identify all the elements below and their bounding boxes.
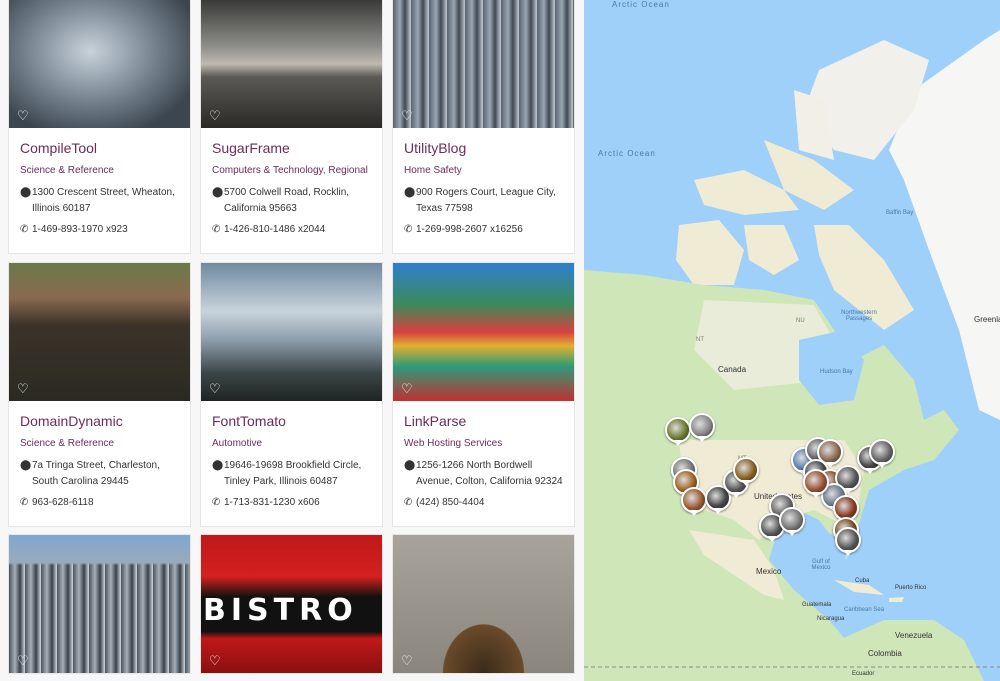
heart-icon[interactable]: ♡	[209, 109, 221, 122]
heart-icon[interactable]: ♡	[209, 654, 221, 667]
listing-grid: ♡ CompileTool Science & Reference ⬤ 1300 …	[0, 0, 584, 681]
listing-phone: 1-469-893-1970 x923	[32, 224, 128, 235]
listing-name[interactable]: SugarFrame	[212, 140, 372, 156]
listing-image[interactable]: ♡	[393, 263, 574, 401]
listing-address: 19646-19698 Brookfield Circle, Tinley Pa…	[224, 460, 362, 487]
listing-card[interactable]: ♡	[8, 534, 191, 674]
listing-name[interactable]: CompileTool	[20, 140, 180, 156]
map-label: Mexico	[756, 567, 782, 576]
phone-icon: ✆	[404, 224, 413, 235]
map-marker-icon: ⬤	[20, 460, 32, 471]
map-label: Nicaragua	[817, 616, 845, 622]
map[interactable]: Arctic Ocean Arctic Ocean Baffin Bay Gre…	[584, 0, 1000, 681]
map-label: Baffin Bay	[886, 210, 914, 216]
map-label: Gulf of Mexico	[811, 559, 831, 571]
listing-image[interactable]: ♡	[9, 263, 190, 401]
listing-image[interactable]: BISTRO ♡	[201, 535, 382, 673]
listing-phone: 963-628-6118	[32, 497, 94, 508]
listing-card[interactable]: ♡ SugarFrame Computers & Technology, Reg…	[200, 0, 383, 254]
phone-icon: ✆	[20, 224, 29, 235]
heart-icon[interactable]: ♡	[17, 654, 29, 667]
map-label: Greenland	[974, 315, 1000, 324]
listing-image[interactable]: ♡	[393, 0, 574, 128]
listing-address: 5700 Colwell Road, Rocklin, California 9…	[224, 187, 350, 214]
map-marker-icon: ⬤	[212, 187, 224, 198]
listing-card[interactable]: ♡ FontTomato Automotive ⬤ 19646-19698 Bro…	[200, 262, 383, 527]
map-marker[interactable]	[665, 417, 691, 446]
map-label: Cuba	[855, 578, 870, 584]
map-marker[interactable]	[779, 507, 805, 536]
map-marker-icon: ⬤	[404, 187, 416, 198]
map-label: Caribbean Sea	[844, 607, 885, 613]
listing-category[interactable]: Web Hosting Services	[404, 438, 564, 449]
bistro-sign: BISTRO	[203, 593, 358, 628]
phone-icon: ✆	[404, 497, 413, 508]
heart-icon[interactable]: ♡	[209, 382, 221, 395]
map-label: Hudson Bay	[820, 369, 853, 375]
map-marker-icon: ⬤	[212, 460, 224, 471]
map-label: Northwestern Passages	[841, 310, 877, 322]
map-marker-icon: ⬤	[20, 187, 32, 198]
listing-name[interactable]: DomainDynamic	[20, 413, 180, 429]
listing-card[interactable]: ♡ CompileTool Science & Reference ⬤ 1300 …	[8, 0, 191, 254]
listing-category[interactable]: Science & Reference	[20, 438, 180, 449]
listing-name[interactable]: LinkParse	[404, 413, 564, 429]
map-label: Ecuador	[852, 671, 875, 677]
heart-icon[interactable]: ♡	[17, 382, 29, 395]
map-label: Venezuela	[895, 631, 933, 640]
map-marker[interactable]	[689, 413, 715, 442]
map-marker[interactable]	[869, 439, 895, 468]
map-label: NT	[696, 337, 704, 343]
phone-icon: ✆	[212, 497, 221, 508]
phone-icon: ✆	[20, 497, 29, 508]
listing-address: 1300 Crescent Street, Wheaton, Illinois …	[32, 187, 175, 214]
listing-address: 1256-1266 North Bordwell Avenue, Colton,…	[416, 460, 563, 487]
listing-category[interactable]: Home Safety	[404, 165, 564, 176]
heart-icon[interactable]: ♡	[401, 109, 413, 122]
listing-image[interactable]: ♡	[201, 0, 382, 128]
listing-address: 900 Rogers Court, League City, Texas 775…	[416, 187, 556, 214]
listing-card[interactable]: ♡	[392, 534, 575, 674]
map-marker[interactable]	[681, 487, 707, 516]
map-label: Puerto Rico	[895, 585, 927, 591]
map-label: Colombia	[868, 649, 902, 658]
listing-phone: (424) 850-4404	[416, 497, 485, 508]
listing-phone: 1-269-998-2607 x16256	[416, 224, 523, 235]
map-label: Canada	[718, 365, 747, 374]
listing-phone: 1-713-831-1230 x606	[224, 497, 320, 508]
listing-card[interactable]: ♡ DomainDynamic Science & Reference ⬤ 7a …	[8, 262, 191, 527]
listing-category[interactable]: Science & Reference	[20, 165, 180, 176]
listing-phone: 1-426-810-1486 x2044	[224, 224, 326, 235]
map-land	[584, 30, 1000, 681]
heart-icon[interactable]: ♡	[17, 109, 29, 122]
listing-category[interactable]: Automotive	[212, 438, 372, 449]
heart-icon[interactable]: ♡	[401, 382, 413, 395]
listing-image[interactable]: ♡	[9, 535, 190, 673]
listing-image[interactable]: ♡	[9, 0, 190, 128]
listing-card[interactable]: BISTRO ♡	[200, 534, 383, 674]
listing-image[interactable]: ♡	[393, 535, 574, 673]
listing-card[interactable]: ♡ UtilityBlog Home Safety ⬤ 900 Rogers Co…	[392, 0, 575, 254]
listing-card[interactable]: ♡ LinkParse Web Hosting Services ⬤ 1256-1…	[392, 262, 575, 527]
map-marker[interactable]	[733, 457, 759, 486]
heart-icon[interactable]: ♡	[401, 654, 413, 667]
map-marker[interactable]	[835, 527, 861, 556]
listing-category[interactable]: Computers & Technology, Regional	[212, 165, 372, 176]
map-label: Arctic Ocean	[598, 149, 656, 158]
map-marker-icon: ⬤	[404, 460, 416, 471]
listing-image[interactable]: ♡	[201, 263, 382, 401]
listing-name[interactable]: FontTomato	[212, 413, 372, 429]
map-label: NU	[796, 318, 805, 324]
map-label: Guatemala	[802, 602, 832, 608]
listing-address: 7a Tringa Street, Charleston, South Caro…	[32, 460, 160, 487]
map-marker[interactable]	[803, 469, 829, 498]
listing-name[interactable]: UtilityBlog	[404, 140, 564, 156]
phone-icon: ✆	[212, 224, 221, 235]
map-label: Arctic Ocean	[612, 0, 670, 9]
